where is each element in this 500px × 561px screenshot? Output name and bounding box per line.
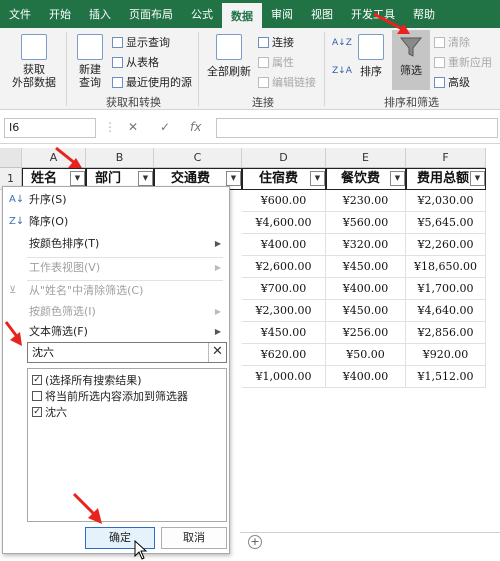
annotation-arrow-icon [72,492,102,524]
annotation-arrows [4,12,410,524]
annotation-arrow-icon [55,146,82,168]
annotation-arrow-icon [373,12,410,34]
excel-window: 文件 开始 插入 页面布局 公式 数据 审阅 视图 开发工具 帮助 获取 外部数… [0,0,500,561]
annotation-arrow-icon [4,321,22,346]
